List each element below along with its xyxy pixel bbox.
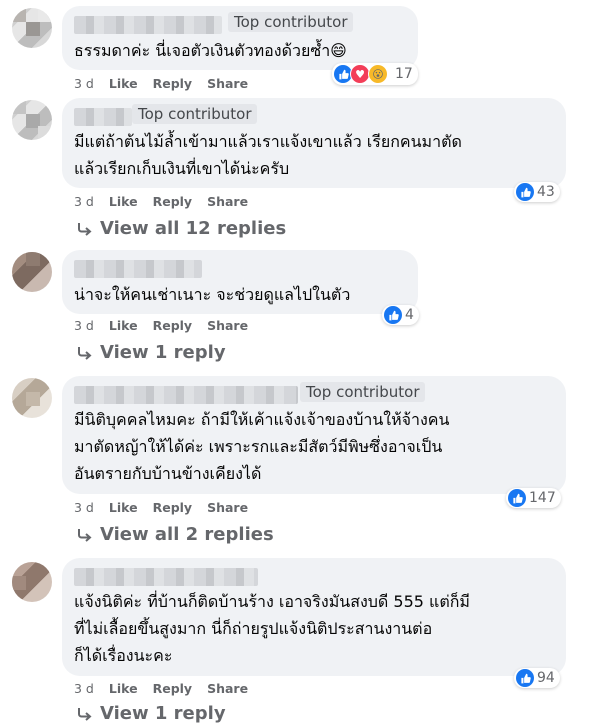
avatar[interactable]: [12, 252, 52, 292]
comment-text: ก็ได้เรื่องนะคะ: [74, 646, 173, 665]
comment-bubble: Top contributor มีแต่ถ้าต้นไม้ล้ำเข้ามาแ…: [62, 98, 566, 188]
avatar[interactable]: [12, 100, 52, 140]
comment-text: น่าจะให้คนเช่าเนาะ จะช่วยดูแลไปในตัว: [74, 285, 351, 304]
comment-bubble: แจ้งนิติค่ะ ที่บ้านก็ติดบ้านร้าง เอาจริง…: [62, 558, 566, 676]
wow-reaction-icon: 😮: [368, 64, 388, 84]
author-name[interactable]: [74, 108, 132, 126]
reply-button[interactable]: Reply: [153, 76, 192, 91]
comment-actions: 3 d Like Reply Share: [74, 76, 248, 91]
comment-text: ที่ไม่เลื้อยขึ้นสูงมาก นี่ก็ถ่ายรูปแจ้งน…: [74, 619, 433, 638]
comment-timestamp[interactable]: 3 d: [74, 681, 94, 696]
share-button[interactable]: Share: [207, 194, 248, 209]
comment-bubble: Top contributor มีนิติบุคคลไหมคะ ถ้ามีให…: [62, 376, 566, 494]
avatar[interactable]: [12, 8, 52, 48]
reaction-summary[interactable]: 94: [514, 668, 560, 688]
comment-timestamp[interactable]: 3 d: [74, 194, 94, 209]
reaction-summary[interactable]: 43: [514, 182, 560, 202]
like-reaction-icon: [384, 306, 402, 324]
reply-arrow-icon: [78, 707, 92, 721]
reply-arrow-icon: [78, 222, 92, 236]
comment-text: อันตรายกับบ้านข้างเคียงได้: [74, 464, 262, 483]
reaction-summary[interactable]: 147: [506, 488, 561, 508]
author-name[interactable]: [74, 16, 222, 34]
comment-timestamp[interactable]: 3 d: [74, 76, 94, 91]
reply-button[interactable]: Reply: [153, 681, 192, 696]
reaction-count: 4: [405, 307, 414, 323]
share-button[interactable]: Share: [207, 318, 248, 333]
reply-button[interactable]: Reply: [153, 194, 192, 209]
like-button[interactable]: Like: [109, 194, 138, 209]
reply-arrow-icon: [78, 528, 92, 542]
like-button[interactable]: Like: [109, 500, 138, 515]
reaction-count: 147: [529, 490, 556, 506]
view-replies-link[interactable]: View 1 reply: [76, 342, 226, 363]
reaction-summary[interactable]: ♥ 😮 17: [332, 63, 418, 85]
like-reaction-icon: [516, 669, 534, 687]
comment-actions: 3 d Like Reply Share: [74, 681, 248, 696]
share-button[interactable]: Share: [207, 681, 248, 696]
like-button[interactable]: Like: [109, 681, 138, 696]
love-reaction-icon: ♥: [350, 64, 370, 84]
reaction-summary[interactable]: 4: [382, 305, 419, 325]
view-replies-link[interactable]: View 1 reply: [76, 703, 226, 724]
like-reaction-icon: [508, 489, 526, 507]
comment-bubble: Top contributor ธรรมดาค่ะ นี่เจอตัวเงินต…: [62, 6, 418, 70]
reply-arrow-icon: [78, 346, 92, 360]
view-replies-label: View all 12 replies: [100, 218, 287, 239]
view-replies-label: View all 2 replies: [100, 524, 274, 545]
comment-text: แล้วเรียกเก็บเงินที่เขาได้น่ะครับ: [74, 159, 290, 178]
comment-timestamp[interactable]: 3 d: [74, 500, 94, 515]
top-contributor-badge: Top contributor: [228, 12, 354, 32]
reply-button[interactable]: Reply: [153, 318, 192, 333]
view-replies-link[interactable]: View all 12 replies: [76, 218, 286, 239]
reaction-count: 43: [537, 184, 555, 200]
share-button[interactable]: Share: [207, 76, 248, 91]
avatar[interactable]: [12, 378, 52, 418]
author-name[interactable]: [74, 260, 202, 278]
view-replies-label: View 1 reply: [100, 342, 226, 363]
comment-actions: 3 d Like Reply Share: [74, 500, 248, 515]
top-contributor-badge: Top contributor: [132, 104, 258, 124]
like-reaction-icon: [516, 183, 534, 201]
comment-actions: 3 d Like Reply Share: [74, 318, 248, 333]
view-replies-label: View 1 reply: [100, 703, 226, 724]
comment-actions: 3 d Like Reply Share: [74, 194, 248, 209]
author-name[interactable]: [74, 386, 298, 404]
author-name[interactable]: [74, 568, 258, 586]
view-replies-link[interactable]: View all 2 replies: [76, 524, 274, 545]
share-button[interactable]: Share: [207, 500, 248, 515]
comment-timestamp[interactable]: 3 d: [74, 318, 94, 333]
top-contributor-badge: Top contributor: [300, 382, 426, 402]
comment-text: มีนิติบุคคลไหมคะ ถ้ามีให้เค้าแจ้งเจ้าของ…: [74, 410, 450, 429]
reaction-count: 17: [395, 66, 413, 82]
reply-button[interactable]: Reply: [153, 500, 192, 515]
avatar[interactable]: [12, 562, 52, 602]
comment-text: มีแต่ถ้าต้นไม้ล้ำเข้ามาแล้วเราแจ้งเขาแล้…: [74, 132, 462, 151]
comment-text: ธรรมดาค่ะ นี่เจอตัวเงินตัวทองด้วยซ้ำ😄: [74, 41, 347, 60]
comment-text: แจ้งนิติค่ะ ที่บ้านก็ติดบ้านร้าง เอาจริง…: [74, 592, 470, 611]
comment-text: มาตัดหญ้าให้ได้ค่ะ เพราะรกและมีสัตว์มีพิ…: [74, 437, 443, 456]
comment-bubble: น่าจะให้คนเช่าเนาะ จะช่วยดูแลไปในตัว: [62, 250, 418, 314]
reaction-count: 94: [537, 670, 555, 686]
like-button[interactable]: Like: [109, 76, 138, 91]
like-button[interactable]: Like: [109, 318, 138, 333]
